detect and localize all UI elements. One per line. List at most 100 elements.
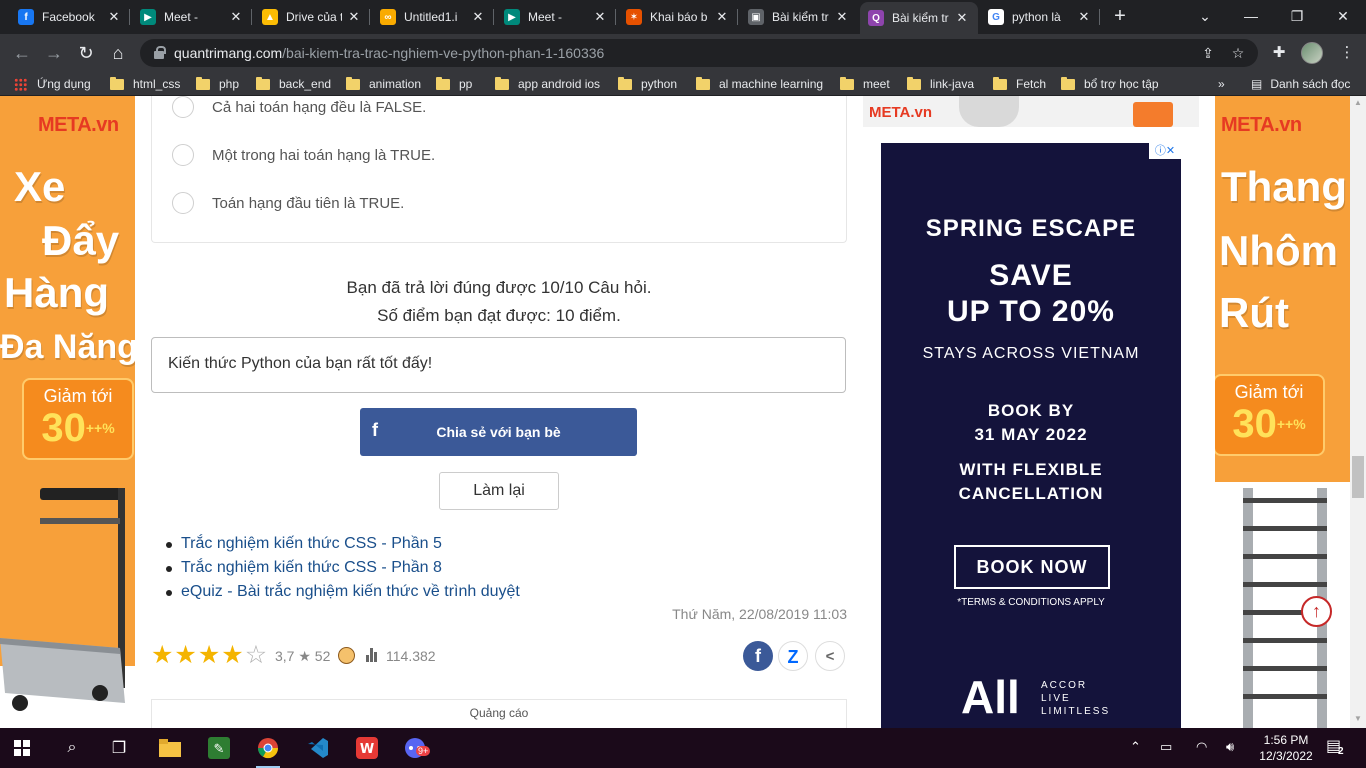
radio-button[interactable]: [172, 192, 194, 214]
retry-button[interactable]: Làm lại: [439, 472, 559, 510]
file-explorer-icon[interactable]: [156, 734, 184, 762]
tray-overflow-icon[interactable]: ⌃: [1130, 739, 1141, 755]
quiz-option[interactable]: Một trong hai toán hạng là TRUE.: [172, 144, 435, 166]
browser-tab[interactable]: f Facebook ✕: [10, 0, 130, 34]
browser-tab[interactable]: ▲ Drive của t ✕: [254, 0, 370, 34]
bookmark-folder[interactable]: Fetch: [993, 75, 1046, 93]
bookmark-folder[interactable]: php: [196, 75, 239, 93]
bookmark-folder[interactable]: pp: [436, 75, 472, 93]
browser-tab[interactable]: ✶ Khai báo b ✕: [618, 0, 738, 34]
wifi-icon[interactable]: ◠: [1196, 739, 1207, 755]
bookmark-folder[interactable]: al machine learning: [696, 75, 823, 93]
bookmark-folder[interactable]: bổ trợ học tập: [1061, 75, 1159, 93]
close-tab-icon[interactable]: ✕: [954, 10, 970, 26]
reading-list-button[interactable]: ▤ Danh sách đọc: [1251, 75, 1350, 93]
home-icon[interactable]: ⌂: [106, 41, 130, 65]
book-now-button[interactable]: BOOK NOW: [954, 545, 1110, 589]
bookmark-folder[interactable]: animation: [346, 75, 421, 93]
tab-separator: [251, 9, 252, 25]
bookmark-folder[interactable]: html_css: [110, 75, 180, 93]
apps-bookmark[interactable]: Ứng dụng: [14, 75, 91, 93]
accor-ad[interactable]: ⓘ✕ SPRING ESCAPE SAVE UP TO 20% STAYS AC…: [881, 143, 1181, 728]
quiz-option[interactable]: Toán hạng đầu tiên là TRUE.: [172, 192, 404, 214]
forward-icon[interactable]: →: [42, 41, 66, 65]
more-bookmarks-button[interactable]: »: [1218, 75, 1225, 93]
extensions-icon[interactable]: ✚: [1268, 42, 1290, 64]
bookmark-folder[interactable]: back_end: [256, 75, 331, 93]
reload-icon[interactable]: ↻: [74, 41, 98, 65]
browser-tab[interactable]: ▶ Meet - ✕: [132, 0, 252, 34]
star-empty-icon[interactable]: ☆: [245, 642, 267, 668]
address-bar[interactable]: quantrimang.com/bai-kiem-tra-trac-nghiem…: [140, 39, 1258, 67]
new-tab-button[interactable]: +: [1108, 5, 1132, 29]
profile-avatar[interactable]: [1301, 42, 1323, 64]
radio-button[interactable]: [172, 144, 194, 166]
battery-icon[interactable]: ▭: [1160, 739, 1172, 755]
bookmark-star-icon[interactable]: ☆: [1228, 43, 1248, 63]
tab-separator: [493, 9, 494, 25]
browser-tab[interactable]: Q Bài kiểm tr ✕: [860, 2, 978, 34]
minimize-button[interactable]: —: [1228, 0, 1274, 34]
browser-tab[interactable]: ∞ Untitled1.i ✕: [372, 0, 494, 34]
maximize-button[interactable]: ❐: [1274, 0, 1320, 34]
bookmark-folder[interactable]: meet: [840, 75, 890, 93]
tab-search-icon[interactable]: ⌄: [1182, 0, 1228, 34]
star-filled-icon[interactable]: ★: [198, 642, 220, 668]
vscode-icon[interactable]: [304, 734, 332, 762]
share-label: Chia sẻ với bạn bè: [436, 424, 561, 440]
share-more-icon[interactable]: <: [815, 641, 845, 671]
related-link[interactable]: Trắc nghiệm kiến thức CSS - Phần 8: [166, 556, 520, 580]
task-view-icon[interactable]: ❐: [105, 734, 133, 762]
right-side-ad[interactable]: META.vn Thang Nhôm Rút Giảm tới 30++%: [1215, 96, 1350, 728]
volume-icon[interactable]: 🔊︎: [1226, 739, 1234, 755]
close-tab-icon[interactable]: ✕: [834, 9, 850, 25]
star-filled-icon[interactable]: ★: [151, 642, 173, 668]
bookmark-folder[interactable]: link-java: [907, 75, 974, 93]
left-side-ad[interactable]: META.vn Xe Đẩy Hàng Đa Năng Giảm tới 30+…: [0, 96, 135, 728]
url-text[interactable]: quantrimang.com/bai-kiem-tra-trac-nghiem…: [174, 45, 604, 61]
page-scrollbar[interactable]: [1350, 96, 1366, 728]
star-filled-icon[interactable]: ★: [174, 642, 196, 668]
menu-icon[interactable]: ⋮: [1336, 42, 1358, 64]
related-link[interactable]: Trắc nghiệm kiến thức CSS - Phần 5: [166, 532, 520, 556]
close-tab-icon[interactable]: ✕: [106, 9, 122, 25]
windows-start-icon[interactable]: [8, 734, 36, 762]
top-banner-ad[interactable]: META.vn: [863, 96, 1199, 127]
rating-stars[interactable]: ★ ★ ★ ★ ☆: [151, 642, 268, 668]
back-icon[interactable]: ←: [10, 41, 34, 65]
star-filled-icon[interactable]: ★: [221, 642, 243, 668]
quiz-option[interactable]: Cả hai toán hạng đều là FALSE.: [172, 96, 426, 118]
facebook-share-button[interactable]: f Chia sẻ với bạn bè: [360, 408, 637, 456]
related-link[interactable]: eQuiz - Bài trắc nghiệm kiến thức về trì…: [166, 580, 520, 604]
close-window-button[interactable]: ✕: [1320, 0, 1366, 34]
browser-tab[interactable]: ▶ Meet - ✕: [496, 0, 616, 34]
wps-office-icon[interactable]: W: [353, 734, 381, 762]
result-score: Số điểm bạn đạt được: 10 điểm.: [377, 306, 621, 325]
bookmark-folder[interactable]: python: [618, 75, 677, 93]
app-icon[interactable]: ✎: [205, 734, 233, 762]
scroll-to-top-button[interactable]: ↑: [1301, 596, 1332, 627]
scroll-up-arrow[interactable]: ▲: [1353, 98, 1363, 108]
browser-tab[interactable]: ▣ Bài kiểm tr ✕: [740, 0, 858, 34]
close-tab-icon[interactable]: ✕: [1076, 9, 1092, 25]
close-tab-icon[interactable]: ✕: [228, 9, 244, 25]
facebook-share-icon[interactable]: f: [743, 641, 773, 671]
search-icon[interactable]: ⌕: [58, 734, 86, 762]
bookmark-folder[interactable]: app android ios: [495, 75, 600, 93]
zalo-share-icon[interactable]: Z: [778, 641, 808, 671]
scroll-down-arrow[interactable]: ▼: [1353, 714, 1363, 724]
discord-icon[interactable]: 9+: [402, 734, 431, 762]
lock-icon[interactable]: [154, 46, 166, 59]
close-tab-icon[interactable]: ✕: [470, 9, 486, 25]
chrome-icon[interactable]: [254, 734, 282, 768]
close-tab-icon[interactable]: ✕: [346, 9, 362, 25]
adchoices-icon[interactable]: ⓘ✕: [1149, 143, 1181, 159]
system-clock[interactable]: 1:56 PM 12/3/2022: [1256, 732, 1316, 764]
share-icon[interactable]: ⇪: [1198, 43, 1218, 63]
scrollbar-thumb[interactable]: [1352, 456, 1364, 498]
close-tab-icon[interactable]: ✕: [592, 9, 608, 25]
close-tab-icon[interactable]: ✕: [714, 9, 730, 25]
radio-button[interactable]: [172, 96, 194, 118]
browser-tab[interactable]: Gpython là ✕: [980, 0, 1100, 34]
tab-label: Drive của t: [286, 10, 342, 24]
